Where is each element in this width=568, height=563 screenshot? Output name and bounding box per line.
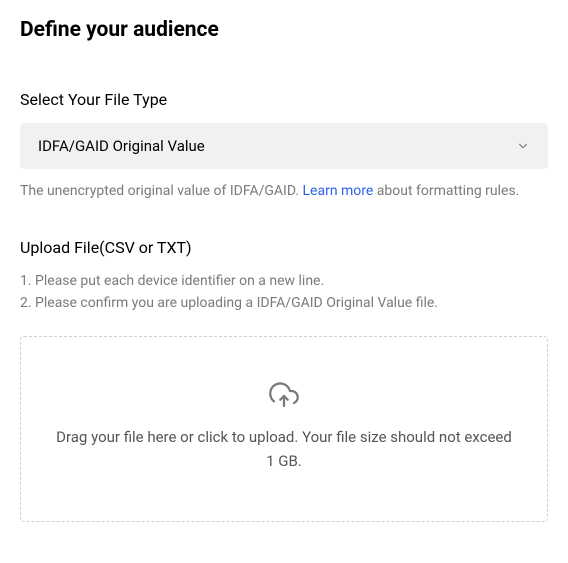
file-type-label: Select Your File Type — [20, 90, 548, 109]
file-type-select[interactable]: IDFA/GAID Original Value — [20, 123, 548, 169]
file-type-selected-value: IDFA/GAID Original Value — [38, 137, 205, 155]
learn-more-link[interactable]: Learn more — [303, 183, 374, 199]
upload-dropzone[interactable]: Drag your file here or click to upload. … — [20, 336, 548, 522]
instruction-1: 1. Please put each device identifier on … — [20, 271, 548, 293]
upload-label: Upload File(CSV or TXT) — [20, 238, 548, 257]
instruction-2: 2. Please confirm you are uploading a ID… — [20, 293, 548, 315]
chevron-down-icon — [516, 139, 530, 153]
helper-text-after: about formatting rules. — [373, 183, 519, 199]
cloud-upload-icon — [269, 381, 299, 411]
helper-text-before: The unencrypted original value of IDFA/G… — [20, 183, 303, 199]
upload-instructions: 1. Please put each device identifier on … — [20, 271, 548, 314]
dropzone-text: Drag your file here or click to upload. … — [54, 425, 514, 473]
file-type-helper: The unencrypted original value of IDFA/G… — [20, 181, 548, 202]
page-title: Define your audience — [20, 18, 548, 42]
